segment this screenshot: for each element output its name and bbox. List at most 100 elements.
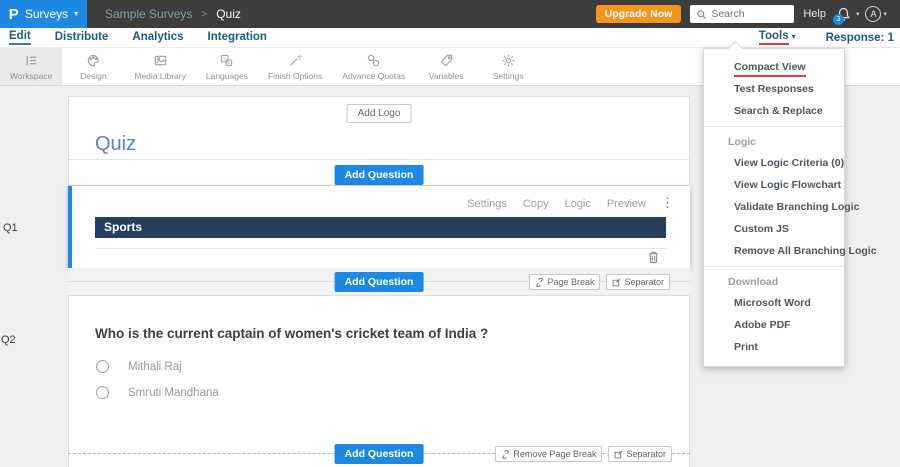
answer-option-label: Smruti Mandhana [128, 386, 219, 399]
menu-item-view-logic-criteria[interactable]: View Logic Criteria (0) [704, 152, 844, 174]
question-actions: Settings Copy Logic Preview [467, 198, 646, 210]
breadcrumb-current: Quiz [216, 7, 241, 21]
menu-item-microsoft-word[interactable]: Microsoft Word [704, 292, 844, 314]
tab-integration[interactable]: Integration [208, 31, 267, 44]
question-number-q1: Q1 [3, 222, 18, 234]
topbar-right: Upgrade Now Help 3 ▾ A ▾ [595, 5, 900, 25]
tag-icon [439, 53, 454, 68]
menu-item-print[interactable]: Print [704, 336, 844, 358]
menu-item-custom-js[interactable]: Custom JS [704, 218, 844, 240]
nav-right: Tools ▾ Response: 1 [758, 30, 894, 45]
tools-label: Tools [758, 30, 789, 45]
product-switcher[interactable]: P Surveys ▾ [0, 0, 87, 28]
menu-item-compact-view[interactable]: Compact View [704, 56, 844, 78]
menu-item-search-replace[interactable]: Search & Replace [704, 100, 844, 122]
question-card-q1: Settings Copy Logic Preview ⋮ Sports [68, 186, 690, 268]
breadcrumb-parent[interactable]: Sample Surveys [105, 7, 192, 21]
tab-analytics[interactable]: Analytics [132, 31, 183, 44]
avatar[interactable]: A [865, 6, 882, 22]
gear-icon [501, 53, 516, 68]
question-title-bar[interactable]: Sports [95, 217, 666, 238]
menu-item-adobe-pdf[interactable]: Adobe PDF [704, 314, 844, 336]
response-count: Response: 1 [825, 31, 894, 44]
tools-dropdown-menu: Compact View Test Responses Search & Rep… [703, 48, 877, 367]
product-name: Surveys [24, 7, 69, 21]
chevron-down-icon: ▾ [74, 9, 79, 18]
upgrade-now-button[interactable]: Upgrade Now [595, 5, 682, 23]
separator-edit-icon [612, 278, 621, 287]
section-nav: Edit Distribute Analytics Integration To… [0, 28, 900, 48]
broken-link-icon [535, 277, 544, 287]
languages-icon: xa [219, 53, 234, 68]
menu-section-logic: Logic [728, 136, 756, 148]
add-question-button-bottom[interactable]: Add Question [334, 444, 424, 464]
question-logic-link[interactable]: Logic [565, 198, 591, 210]
toolbar-item-variables[interactable]: Variables [415, 48, 477, 85]
survey-builder-app: P Surveys ▾ Sample Surveys > Quiz Upgrad… [0, 0, 900, 467]
menu-item-remove-all-branching-logic[interactable]: Remove All Branching Logic [704, 240, 877, 262]
tools-menu-button[interactable]: Tools ▾ [758, 30, 796, 45]
bottom-page-boundary-row: Add Question Remove Page Break Separator [68, 441, 690, 467]
menu-divider [704, 126, 844, 127]
toolbar-item-workspace[interactable]: Workspace [0, 48, 63, 85]
separator-button[interactable]: Separator [606, 274, 670, 290]
divider [95, 248, 666, 249]
survey-title[interactable]: Quiz [95, 133, 136, 156]
question-text[interactable]: Who is the current captain of women's cr… [95, 326, 488, 341]
page-break-button[interactable]: Page Break [529, 274, 601, 290]
separator-button[interactable]: Separator [608, 446, 672, 462]
menu-section-download: Download [728, 276, 779, 288]
top-bar: P Surveys ▾ Sample Surveys > Quiz Upgrad… [0, 0, 900, 28]
toolbar-item-media-library[interactable]: Media Library [124, 48, 196, 85]
answer-option-label: Mithali Raj [128, 360, 182, 373]
answer-option-row[interactable]: Mithali Raj [96, 360, 182, 373]
radio-button-icon[interactable] [96, 386, 109, 399]
global-search[interactable] [690, 5, 795, 23]
breadcrumb-separator-icon: > [201, 8, 208, 20]
chain-links-icon [366, 53, 381, 68]
break-buttons: Page Break Separator [529, 274, 670, 290]
tab-distribute[interactable]: Distribute [55, 31, 109, 44]
menu-item-view-logic-flowchart[interactable]: View Logic Flowchart [704, 174, 844, 196]
break-buttons: Remove Page Break Separator [495, 446, 672, 462]
chevron-down-icon: ▾ [791, 32, 796, 41]
magic-wand-icon [288, 53, 303, 68]
kebab-menu-icon[interactable]: ⋮ [661, 195, 674, 211]
add-logo-button[interactable]: Add Logo [346, 104, 412, 123]
toolbar-item-finish-options[interactable]: Finish Options [258, 48, 332, 85]
chevron-down-icon[interactable]: ▾ [856, 10, 860, 18]
trash-icon[interactable] [647, 250, 660, 264]
divider [69, 159, 689, 160]
question-settings-link[interactable]: Settings [467, 198, 507, 210]
answer-option-row[interactable]: Smruti Mandhana [96, 386, 219, 399]
toolbar-item-languages[interactable]: xa Languages [196, 48, 258, 85]
add-question-button-top[interactable]: Add Question [334, 165, 424, 185]
separator-edit-icon [614, 450, 623, 459]
toolbar-item-design[interactable]: Design [62, 48, 124, 85]
tab-edit[interactable]: Edit [9, 30, 31, 45]
breadcrumb: Sample Surveys > Quiz [105, 7, 241, 21]
page-boundary-row: Add Question Page Break Separator [68, 268, 690, 296]
media-library-icon [153, 53, 168, 68]
question-preview-link[interactable]: Preview [607, 198, 646, 210]
workspace-icon [24, 53, 39, 68]
menu-divider [704, 266, 844, 267]
menu-item-test-responses[interactable]: Test Responses [704, 78, 844, 100]
help-link[interactable]: Help [803, 8, 826, 20]
notifications-bell[interactable]: 3 [832, 6, 851, 25]
proprofs-logo: P [8, 5, 19, 23]
svg-text:a: a [228, 60, 231, 65]
search-icon [696, 9, 707, 20]
question-copy-link[interactable]: Copy [523, 198, 549, 210]
menu-item-validate-branching-logic[interactable]: Validate Branching Logic [704, 196, 859, 218]
add-question-button-middle[interactable]: Add Question [334, 272, 424, 292]
chevron-down-icon[interactable]: ▾ [883, 10, 887, 18]
survey-title-card: Add Logo Quiz Add Question [68, 96, 690, 186]
radio-button-icon[interactable] [96, 360, 109, 373]
toolbar-item-advance-quotas[interactable]: Advance Quotas [332, 48, 415, 85]
broken-link-icon [501, 449, 510, 459]
remove-page-break-button[interactable]: Remove Page Break [495, 446, 603, 462]
search-input[interactable] [711, 8, 789, 20]
question-number-q2: Q2 [1, 334, 16, 346]
toolbar-item-settings[interactable]: Settings [477, 48, 539, 85]
